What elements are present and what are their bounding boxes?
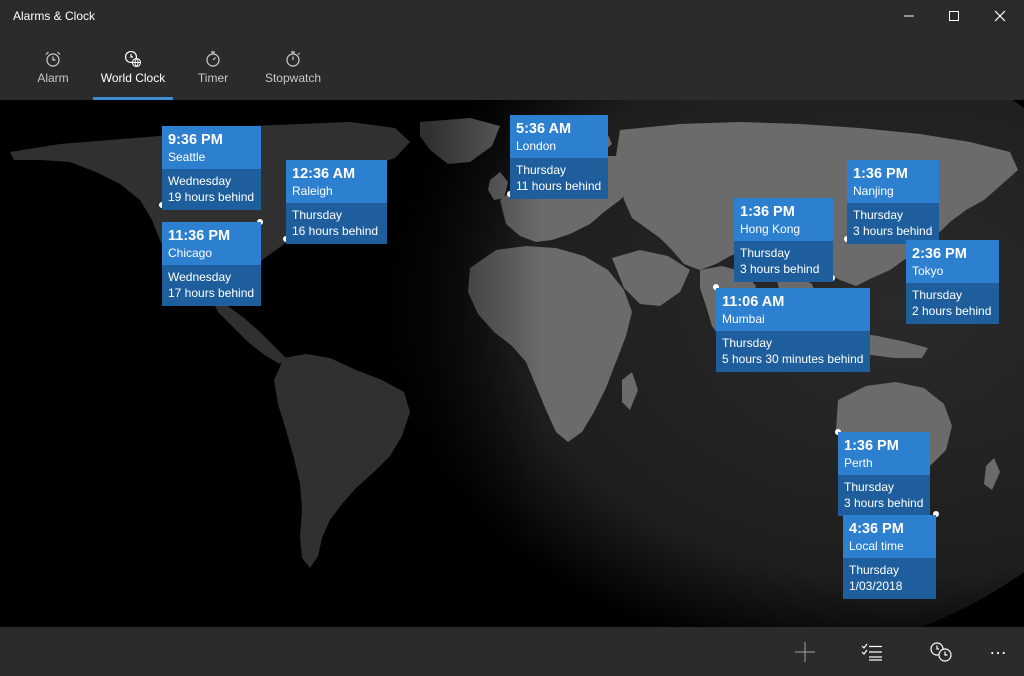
clock-time: 1:36 PM [844, 438, 899, 454]
clock-day: Thursday [912, 288, 963, 302]
clock-offset: 3 hours behind [844, 496, 924, 510]
tab-alarm[interactable]: Alarm [31, 32, 75, 100]
timer-icon [206, 51, 220, 67]
tab-bar: Alarm World Clock Timer Stopwatch [0, 32, 1024, 100]
clock-city: Tokyo [912, 264, 944, 278]
title-bar: Alarms & Clock [0, 0, 1024, 32]
clock-card-raleigh[interactable]: 12:36 AM Raleigh Thursday 16 hours behind [286, 160, 387, 244]
world-map[interactable]: 9:36 PM Seattle Wednesday 19 hours behind … [0, 100, 1024, 627]
clock-day: Wednesday [168, 174, 232, 188]
clock-city: Chicago [168, 246, 213, 260]
clock-offset: 16 hours behind [292, 224, 379, 238]
clock-city: Nanjing [853, 184, 894, 198]
clock-card-nanjing[interactable]: 1:36 PM Nanjing Thursday 3 hours behind [847, 160, 939, 244]
clock-day: Wednesday [168, 270, 232, 284]
clock-card-perth[interactable]: 1:36 PM Perth Thursday 3 hours behind [838, 432, 930, 516]
minimize-icon [904, 15, 914, 17]
compare-time-icon [930, 641, 952, 662]
app-title: Alarms & Clock [13, 9, 96, 23]
tab-alarm-label: Alarm [37, 71, 69, 85]
clock-card-tokyo[interactable]: 2:36 PM Tokyo Thursday 2 hours behind [906, 240, 999, 324]
close-icon [994, 10, 1006, 22]
tab-timer[interactable]: Timer [190, 32, 236, 100]
clock-day: Thursday [292, 208, 343, 222]
clock-city: Mumbai [722, 312, 765, 326]
clock-day: Thursday [849, 563, 900, 577]
world-clock-icon [124, 50, 142, 68]
clock-day: Thursday [516, 163, 567, 177]
clock-date: 1/03/2018 [849, 579, 903, 593]
clock-offset: 3 hours behind [740, 262, 820, 276]
clock-day: Thursday [740, 246, 791, 260]
add-icon [795, 641, 815, 662]
clock-offset: 19 hours behind [168, 190, 255, 204]
clock-time: 11:06 AM [722, 294, 785, 310]
clock-offset: 3 hours behind [853, 224, 933, 238]
clock-offset: 17 hours behind [168, 286, 255, 300]
add-city-button[interactable] [781, 627, 829, 676]
stopwatch-icon [286, 51, 300, 67]
alarm-clock-icon [45, 51, 61, 67]
clock-time: 1:36 PM [740, 204, 795, 220]
clock-time: 1:36 PM [853, 166, 908, 182]
clock-time: 12:36 AM [292, 166, 356, 182]
clock-time: 5:36 AM [516, 121, 572, 137]
clock-city: Seattle [168, 150, 206, 164]
tab-timer-label: Timer [197, 71, 229, 85]
clock-time: 9:36 PM [168, 132, 223, 148]
clock-offset: 5 hours 30 minutes behind [722, 352, 864, 366]
clock-offset: 2 hours behind [912, 304, 992, 318]
close-button[interactable] [977, 0, 1023, 32]
tab-world-clock[interactable]: World Clock [93, 32, 173, 100]
tab-stopwatch[interactable]: Stopwatch [260, 32, 326, 100]
clock-city: London [516, 139, 557, 153]
clock-city: Local time [849, 539, 904, 553]
minimize-button[interactable] [886, 0, 932, 32]
maximize-button[interactable] [931, 0, 977, 32]
clock-city: Hong Kong [740, 222, 801, 236]
command-bar: … [0, 627, 1024, 676]
select-button[interactable] [848, 627, 896, 676]
clock-card-chicago[interactable]: 11:36 PM Chicago Wednesday 17 hours behind [162, 222, 261, 306]
more-icon: … [989, 638, 1009, 658]
clock-day: Thursday [722, 336, 773, 350]
clock-card-local-time[interactable]: 4:36 PM Local time Thursday 1/03/2018 [843, 515, 936, 599]
clock-card-mumbai[interactable]: 11:06 AM Mumbai Thursday 5 hours 30 minute… [716, 288, 870, 372]
clock-card-seattle[interactable]: 9:36 PM Seattle Wednesday 19 hours behind [162, 126, 261, 210]
clock-card-hong-kong[interactable]: 1:36 PM Hong Kong Thursday 3 hours behind [734, 198, 833, 282]
more-options-button[interactable]: … [975, 627, 1023, 676]
maximize-icon [949, 11, 959, 21]
clock-time: 2:36 PM [912, 246, 967, 262]
tab-world-clock-label: World Clock [100, 71, 166, 85]
clock-day: Thursday [853, 208, 904, 222]
clock-city: Perth [844, 456, 873, 470]
select-list-icon [861, 643, 882, 661]
clock-card-london[interactable]: 5:36 AM London Thursday 11 hours behind [510, 115, 608, 199]
clock-day: Thursday [844, 480, 895, 494]
tab-stopwatch-label: Stopwatch [264, 71, 322, 85]
compare-time-button[interactable] [917, 627, 965, 676]
clock-offset: 11 hours behind [516, 179, 602, 193]
clock-time: 11:36 PM [168, 228, 231, 244]
clock-time: 4:36 PM [849, 521, 904, 537]
clock-city: Raleigh [292, 184, 333, 198]
